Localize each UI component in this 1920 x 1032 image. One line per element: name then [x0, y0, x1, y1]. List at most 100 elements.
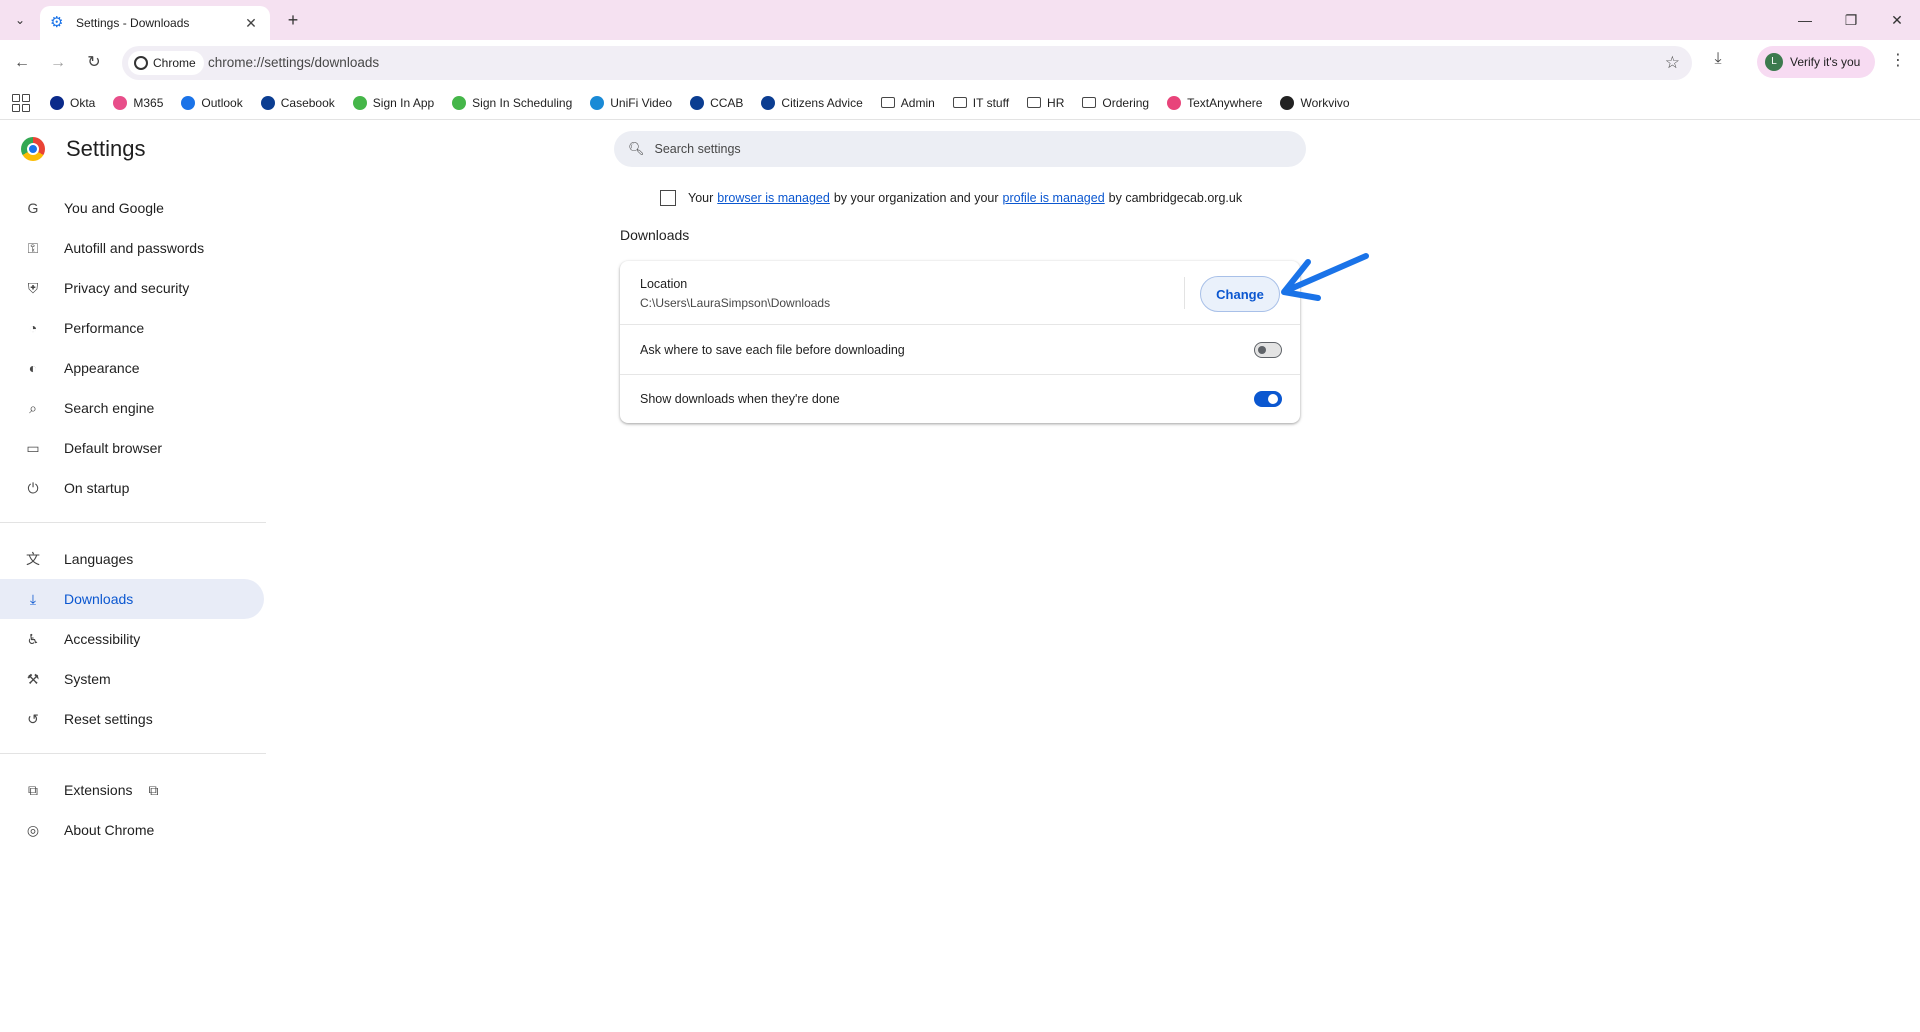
- sidebar-icon: ⚒: [26, 671, 40, 687]
- back-arrow-icon[interactable]: ←: [10, 51, 34, 75]
- bookmark-favicon-icon: [113, 95, 128, 110]
- bookmark-label: TextAnywhere: [1187, 95, 1263, 110]
- new-tab-plus-icon[interactable]: +: [282, 9, 304, 31]
- sidebar-item-label: Downloads: [64, 591, 134, 607]
- sidebar-item-languages[interactable]: 文 Languages: [0, 539, 264, 579]
- ask-where-toggle[interactable]: [1254, 342, 1282, 358]
- bookmark-item[interactable]: UniFi Video: [590, 95, 673, 110]
- bookmark-favicon-icon: [1167, 95, 1182, 110]
- folder-icon: [952, 97, 967, 108]
- sidebar-item-label: Privacy and security: [64, 280, 190, 296]
- managed-prefix: Your: [688, 191, 714, 205]
- sidebar-icon: ◔: [28, 320, 38, 336]
- section-title: Downloads: [620, 227, 690, 243]
- close-tab-icon[interactable]: ✕: [242, 15, 260, 32]
- location-path: C:\Users\LauraSimpson\Downloads: [640, 296, 831, 310]
- bookmark-star-icon[interactable]: ☆: [1665, 53, 1680, 73]
- address-bar[interactable]: Chrome chrome://settings/downloads ☆: [122, 46, 1692, 80]
- bookmark-label: Citizens Advice: [781, 95, 863, 110]
- divider: [0, 522, 266, 523]
- bookmark-label: Sign In Scheduling: [472, 95, 573, 110]
- change-location-button[interactable]: Change: [1200, 276, 1280, 312]
- sidebar-item-label: System: [64, 671, 111, 687]
- bookmark-item[interactable]: IT stuff: [952, 95, 1010, 110]
- bookmark-item[interactable]: Outlook: [181, 95, 243, 110]
- chrome-logo-icon: [21, 137, 45, 161]
- sidebar-item-label: Extensions: [64, 782, 133, 798]
- bookmark-label: IT stuff: [972, 95, 1010, 110]
- sidebar-item-autofill-and-passwords[interactable]: ⚿ Autofill and passwords: [0, 228, 264, 268]
- bookmark-favicon-icon: [1280, 95, 1295, 110]
- browser-managed-link[interactable]: browser is managed: [717, 191, 830, 205]
- sidebar-item-label: Default browser: [64, 440, 163, 456]
- bookmark-label: Admin: [900, 95, 935, 110]
- site-info-chip[interactable]: Chrome: [128, 51, 204, 75]
- ask-where-row[interactable]: Ask where to save each file before downl…: [620, 325, 1300, 375]
- sidebar-item-search-engine[interactable]: ⌕ Search engine: [0, 388, 264, 428]
- bookmark-item[interactable]: M365: [113, 95, 163, 110]
- show-downloads-toggle[interactable]: [1254, 391, 1282, 407]
- sidebar-item-label: Accessibility: [64, 631, 141, 647]
- bookmark-label: UniFi Video: [610, 95, 673, 110]
- close-window-icon[interactable]: ✕: [1874, 8, 1920, 32]
- bookmark-item[interactable]: HR: [1027, 96, 1064, 110]
- sidebar-item-accessibility[interactable]: ♿ Accessibility: [0, 619, 264, 659]
- sidebar-item-on-startup[interactable]: ⏻ On startup: [0, 468, 264, 508]
- sidebar-item-reset-settings[interactable]: ↺ Reset settings: [0, 699, 264, 739]
- restore-icon[interactable]: ❐: [1828, 8, 1874, 32]
- show-downloads-row[interactable]: Show downloads when they're done: [620, 375, 1300, 423]
- bookmark-item[interactable]: CCAB: [690, 95, 743, 110]
- chrome-icon: [134, 56, 148, 70]
- tab-settings-downloads[interactable]: ⚙ Settings - Downloads ✕: [40, 6, 270, 40]
- bookmark-item[interactable]: Admin: [880, 95, 935, 110]
- tab-search-chevron-icon[interactable]: ⌄: [8, 8, 32, 32]
- sidebar-item-privacy-and-security[interactable]: ⛨ Privacy and security: [0, 268, 264, 308]
- bookmark-item[interactable]: Casebook: [260, 95, 335, 110]
- menu-dots-icon[interactable]: ⋮: [1888, 50, 1908, 74]
- bookmark-item[interactable]: Sign In App: [352, 95, 434, 110]
- sidebar-item-system[interactable]: ⚒ System: [0, 659, 264, 699]
- bookmark-item[interactable]: Ordering: [1082, 96, 1149, 110]
- apps-grid-icon[interactable]: [12, 93, 30, 112]
- url-text[interactable]: chrome://settings/downloads: [208, 55, 379, 70]
- location-row: Location C:\Users\LauraSimpson\Downloads…: [620, 261, 1300, 325]
- managed-middle: by your organization and your: [833, 191, 999, 205]
- folder-icon: [880, 97, 895, 108]
- search-input[interactable]: [654, 142, 1255, 156]
- bookmark-label: Okta: [70, 95, 96, 110]
- bookmark-item[interactable]: Okta: [50, 95, 96, 110]
- downloads-icon[interactable]: ⤓: [1706, 50, 1730, 74]
- sidebar-icon: ▭: [26, 440, 40, 456]
- sidebar-item-performance[interactable]: ◔ Performance: [0, 308, 264, 348]
- downloads-card: Location C:\Users\LauraSimpson\Downloads…: [620, 261, 1300, 423]
- sidebar-item-you-and-google[interactable]: G You and Google: [0, 188, 264, 228]
- sidebar-icon: ◎: [26, 822, 40, 838]
- forward-arrow-icon[interactable]: →: [46, 51, 70, 75]
- bookmark-item[interactable]: Citizens Advice: [761, 95, 863, 110]
- building-icon: [660, 190, 676, 206]
- toolbar: ← → ↻ Chrome chrome://settings/downloads…: [0, 40, 1920, 86]
- sidebar-item-label: On startup: [64, 480, 130, 496]
- folder-icon: [1027, 97, 1042, 108]
- sidebar-item-appearance[interactable]: ◐ Appearance: [0, 348, 264, 388]
- sidebar-item-downloads[interactable]: ⤓ Downloads: [0, 579, 264, 619]
- minimize-icon[interactable]: —: [1782, 8, 1828, 32]
- sidebar-item-label: About Chrome: [64, 822, 155, 838]
- ask-where-label: Ask where to save each file before downl…: [640, 343, 905, 357]
- profile-managed-link[interactable]: profile is managed: [1003, 191, 1105, 205]
- reload-icon[interactable]: ↻: [82, 51, 106, 75]
- bookmark-label: Ordering: [1102, 95, 1150, 110]
- sidebar-item-label: Search engine: [64, 400, 155, 416]
- show-downloads-label: Show downloads when they're done: [640, 392, 840, 406]
- bookmark-item[interactable]: TextAnywhere: [1167, 95, 1263, 110]
- sidebar-item-default-browser[interactable]: ▭ Default browser: [0, 428, 264, 468]
- bookmark-item[interactable]: Workvivo: [1280, 95, 1350, 110]
- sidebar-icon: ♿: [26, 631, 40, 647]
- sidebar-item-about-chrome[interactable]: ◎ About Chrome: [0, 810, 264, 850]
- managed-suffix: by cambridgecab.org.uk: [1108, 191, 1243, 205]
- bookmark-item[interactable]: Sign In Scheduling: [452, 95, 573, 110]
- profile-button[interactable]: L Verify it's you: [1757, 46, 1875, 78]
- sidebar-item-extensions[interactable]: ⧉ Extensions ⧉: [0, 770, 264, 810]
- sidebar-icon: ⤓: [29, 591, 37, 607]
- search-settings-field[interactable]: 🔍︎: [614, 131, 1306, 167]
